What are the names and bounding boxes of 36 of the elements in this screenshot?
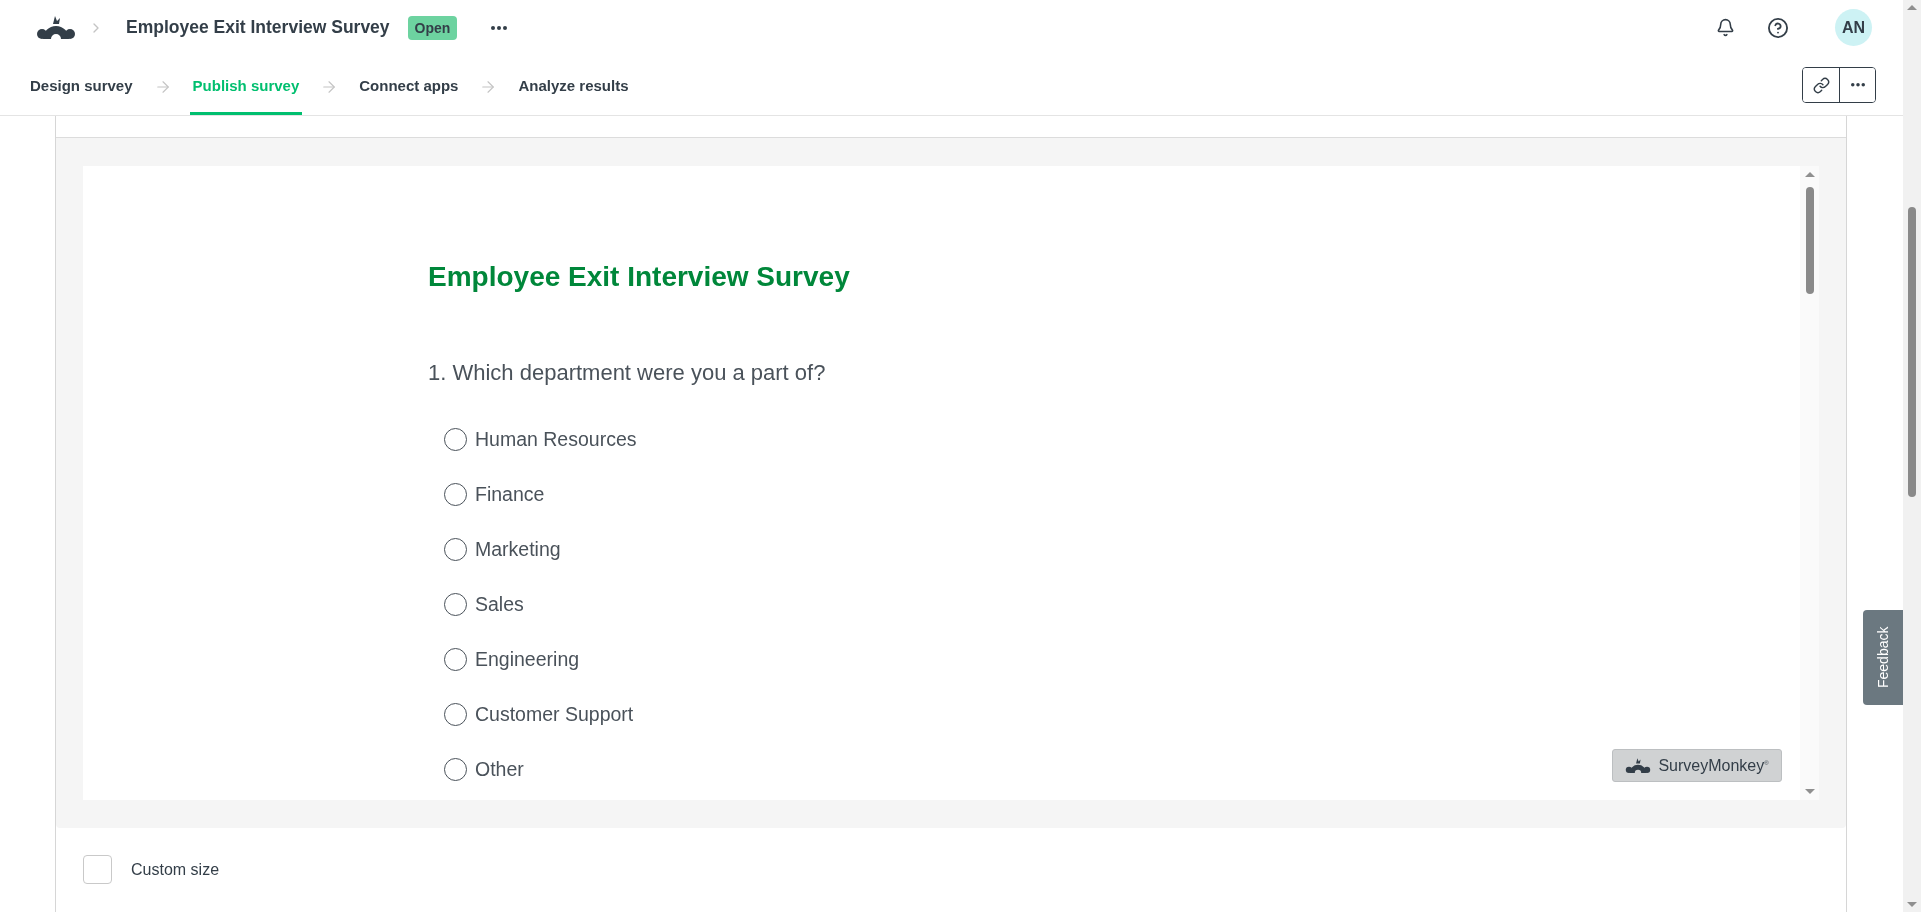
survey-title: Employee Exit Interview Survey: [126, 17, 390, 38]
step-tab[interactable]: Design survey: [27, 55, 136, 115]
link-icon: [1812, 76, 1830, 94]
help-icon: [1768, 17, 1788, 38]
avatar[interactable]: AN: [1835, 9, 1872, 46]
logo-icon: [1625, 756, 1652, 775]
step-tab[interactable]: Analyze results: [515, 55, 632, 115]
checkbox-label: Custom size: [131, 860, 220, 880]
survey-heading: Employee Exit Interview Survey: [428, 260, 850, 294]
option-label: Engineering: [475, 648, 580, 671]
scroll-down-icon[interactable]: [1907, 902, 1917, 907]
scroll-down-icon[interactable]: [1804, 789, 1815, 794]
question-text: 1. Which department were you a part of?: [428, 360, 826, 386]
scrollbar-thumb[interactable]: [1908, 207, 1916, 497]
option-label: Finance: [475, 483, 545, 506]
brand-link[interactable]: SurveyMonkey$^{®}$: [1612, 749, 1782, 782]
more-button[interactable]: [491, 25, 508, 30]
scroll-up-icon[interactable]: [1804, 172, 1815, 177]
option-label: Customer Support: [475, 703, 634, 726]
scroll-up-icon[interactable]: [1907, 5, 1917, 10]
feedback-tab[interactable]: Feedback: [1863, 610, 1903, 705]
step-tab[interactable]: Connect apps: [356, 55, 462, 115]
help-button[interactable]: [1768, 17, 1788, 38]
checkbox[interactable]: [83, 855, 112, 884]
notifications-button[interactable]: [1716, 18, 1735, 37]
option-label: Sales: [475, 593, 524, 616]
option-label: Other: [475, 758, 524, 781]
status-badge: Open: [407, 15, 458, 40]
more-button[interactable]: [1839, 68, 1875, 102]
scrollbar-thumb[interactable]: [1805, 187, 1814, 294]
option-label: Human Resources: [475, 428, 637, 451]
more-icon: [1850, 83, 1865, 87]
bell-icon: [1716, 18, 1735, 37]
option-label: Marketing: [475, 538, 561, 561]
brand-name: SurveyMonkey$^{®}$: [1658, 756, 1769, 775]
more-icon: [491, 25, 508, 30]
